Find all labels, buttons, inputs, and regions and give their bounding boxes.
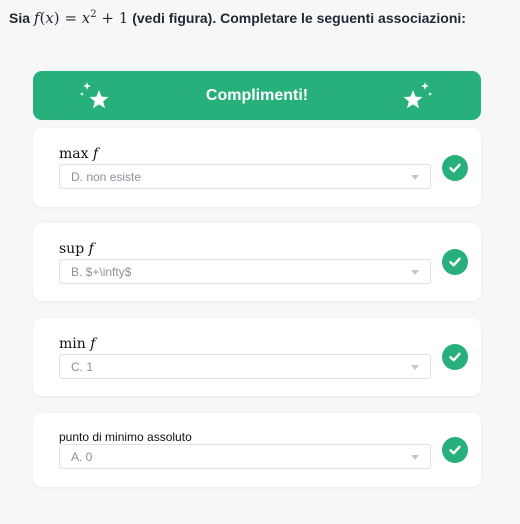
sparkle-star-icon — [80, 82, 109, 109]
label-operator: max — [59, 146, 89, 162]
label-function: f — [92, 146, 99, 162]
association-card-min: min f C. 1 — [33, 318, 481, 396]
formula-constant: 1 — [118, 9, 129, 27]
check-icon — [442, 155, 468, 181]
label-operator: min — [59, 336, 86, 352]
label-function: f — [88, 241, 94, 257]
chevron-down-icon — [411, 365, 419, 370]
label-operator: sup — [59, 241, 85, 257]
association-card-sup: sup f B. $+\infty$ — [33, 223, 481, 301]
check-icon — [442, 344, 468, 370]
association-card-minimum-point: punto di minimo assoluto A. 0 — [33, 413, 481, 487]
association-label: sup f — [59, 241, 94, 257]
label-function: f — [90, 336, 96, 352]
check-icon — [442, 437, 468, 463]
answer-select[interactable]: C. 1 — [59, 354, 431, 379]
association-label: max f — [59, 146, 98, 162]
question-text: Sia f(x) = x2 + 1 (vedi figura). Complet… — [9, 9, 466, 27]
answer-select-value: A. 0 — [71, 449, 93, 464]
check-icon — [442, 249, 468, 275]
answer-select-value: B. $+\infty$ — [71, 264, 132, 279]
answer-select[interactable]: A. 0 — [59, 444, 431, 469]
chevron-down-icon — [411, 175, 419, 180]
function-formula: f(x) = x2 + 1 — [34, 9, 128, 27]
sparkle-star-icon — [403, 82, 432, 109]
formula-exponent: 2 — [90, 9, 97, 20]
association-label: punto di minimo assoluto — [59, 430, 192, 444]
formula-close-paren: ) — [53, 9, 60, 27]
answer-select-value: D. non esiste — [71, 169, 142, 184]
formula-variable: x — [45, 9, 54, 27]
success-banner: Complimenti! — [33, 71, 481, 120]
banner-title: Complimenti! — [205, 86, 309, 104]
formula-equals: = — [64, 9, 78, 27]
question-suffix: (vedi figura). Completare le seguenti as… — [132, 10, 466, 26]
association-label: min f — [59, 336, 95, 352]
answer-select[interactable]: D. non esiste — [59, 164, 431, 189]
question-prefix: Sia — [9, 10, 31, 26]
chevron-down-icon — [411, 270, 419, 275]
association-card-max: max f D. non esiste — [33, 128, 481, 207]
chevron-down-icon — [411, 455, 419, 460]
formula-variable-2: x — [81, 9, 91, 27]
formula-plus: + — [101, 9, 114, 27]
answer-select[interactable]: B. $+\infty$ — [59, 259, 431, 284]
answer-select-value: C. 1 — [71, 359, 94, 374]
